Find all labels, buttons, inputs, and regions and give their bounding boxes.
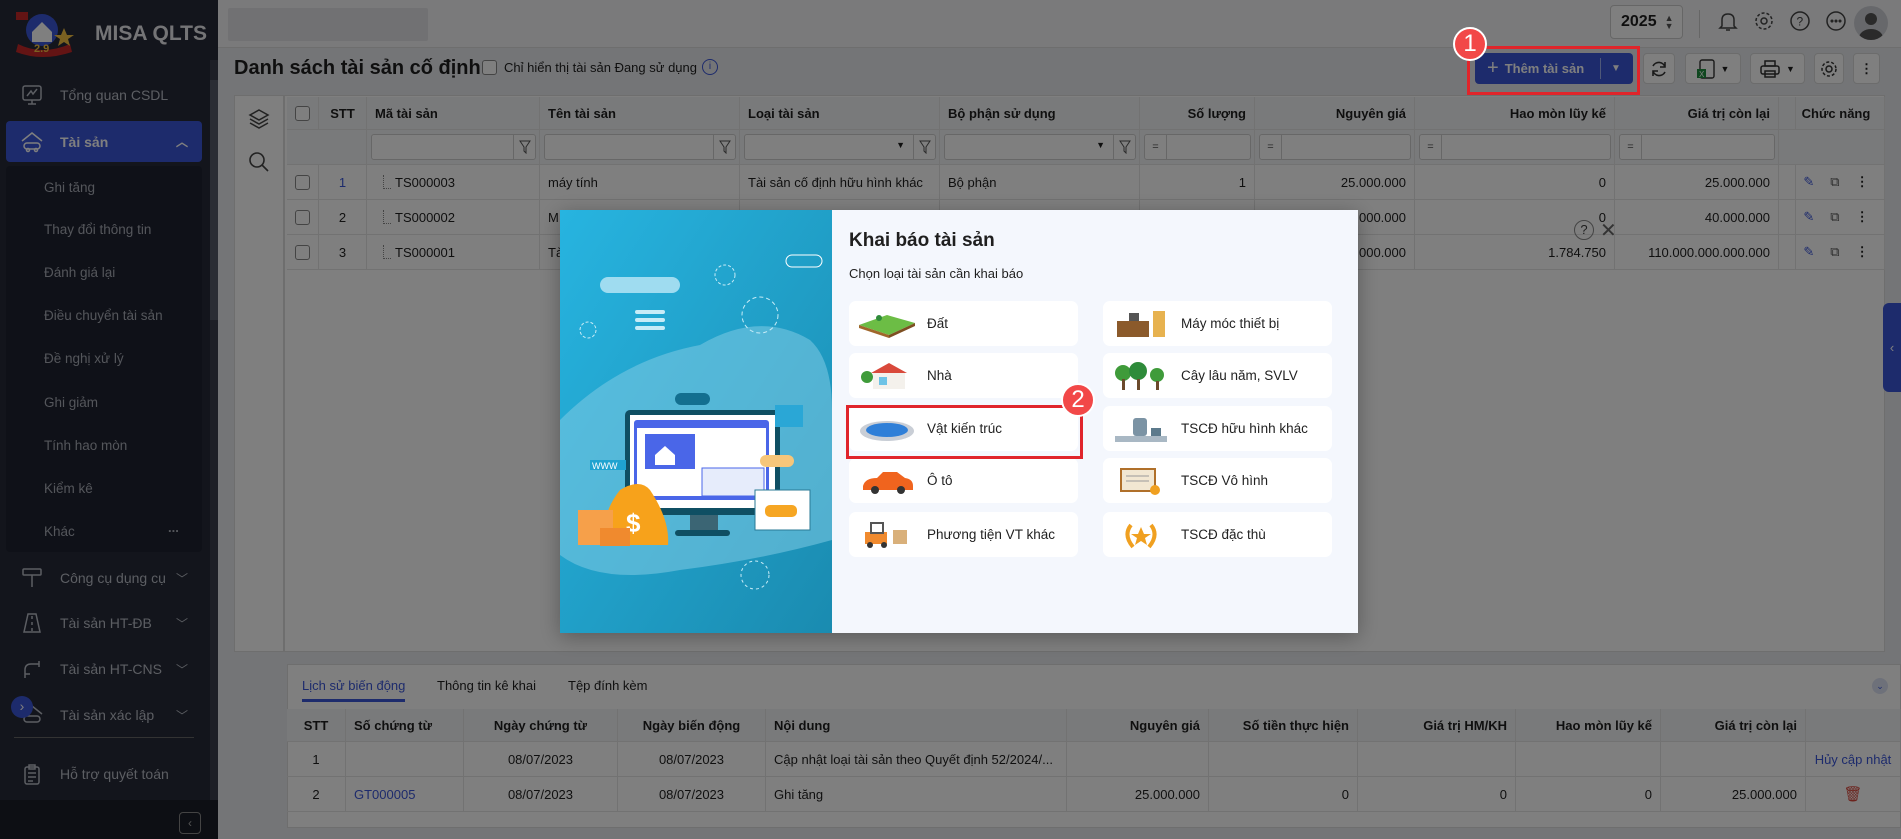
robot-icon	[1103, 414, 1181, 444]
asset-type-label: Cây lâu năm, SVLV	[1181, 368, 1298, 383]
land-icon	[849, 309, 927, 339]
asset-type-label: TSCĐ hữu hình khác	[1181, 421, 1308, 436]
certificate-icon	[1103, 466, 1181, 496]
asset-type-option[interactable]: Nhà	[849, 353, 1078, 398]
annotation-box-2	[846, 405, 1083, 459]
machinery-icon	[1103, 309, 1181, 339]
dialog-illustration: $ WWW	[560, 210, 832, 633]
house-icon	[849, 361, 927, 391]
annotation-badge-1: 1	[1453, 27, 1487, 61]
svg-text:WWW: WWW	[592, 461, 618, 471]
asset-type-option[interactable]: TSCĐ hữu hình khác	[1103, 406, 1332, 451]
forklift-icon	[849, 520, 927, 550]
asset-type-option[interactable]: Đất	[849, 301, 1078, 346]
asset-type-option[interactable]: Phương tiện VT khác	[849, 512, 1078, 557]
laurel-star-icon	[1103, 520, 1181, 550]
asset-type-label: Ô tô	[927, 473, 953, 488]
asset-type-label: TSCĐ đặc thù	[1181, 527, 1266, 542]
dialog-title: Khai báo tài sản	[849, 230, 995, 251]
asset-type-label: Phương tiện VT khác	[927, 527, 1055, 542]
annotation-badge-2: 2	[1061, 383, 1095, 417]
annotation-box-1	[1467, 46, 1640, 95]
asset-type-option[interactable]: TSCĐ Vô hình	[1103, 458, 1332, 503]
trees-icon	[1103, 361, 1181, 391]
asset-type-option[interactable]: Máy móc thiết bị	[1103, 301, 1332, 346]
help-icon[interactable]: ?	[1574, 220, 1594, 240]
car-icon	[849, 466, 927, 496]
close-button[interactable]: ✕	[1600, 218, 1617, 243]
dialog-subtitle: Chọn loại tài sản cần khai báo	[849, 266, 1024, 281]
asset-type-label: Đất	[927, 316, 949, 331]
asset-type-option[interactable]: TSCĐ đặc thù	[1103, 512, 1332, 557]
asset-type-option[interactable]: Cây lâu năm, SVLV	[1103, 353, 1332, 398]
asset-type-label: TSCĐ Vô hình	[1181, 473, 1269, 488]
asset-type-label: Máy móc thiết bị	[1181, 316, 1280, 331]
asset-type-option[interactable]: Ô tô	[849, 458, 1078, 503]
asset-type-label: Nhà	[927, 368, 952, 383]
